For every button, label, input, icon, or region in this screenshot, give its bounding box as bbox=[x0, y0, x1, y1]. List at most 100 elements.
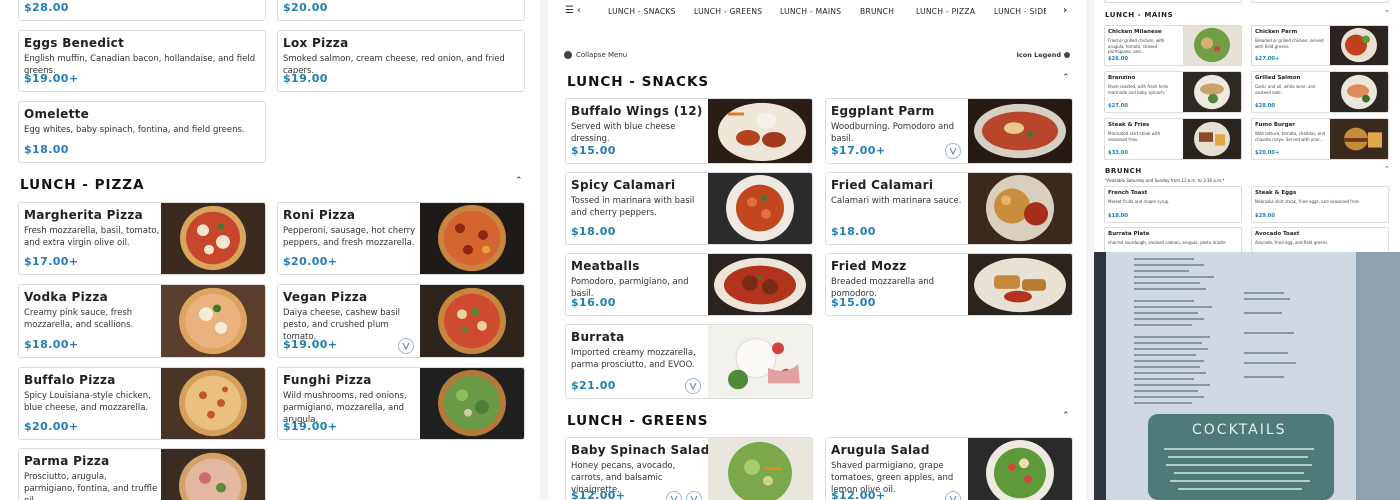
collapse-chevron-icon[interactable]: ⌃ bbox=[515, 176, 523, 186]
item-price: $18.00 bbox=[571, 225, 616, 238]
item-price: $33.00 bbox=[1108, 150, 1129, 156]
item-name: Grilled Salmon bbox=[1255, 75, 1301, 81]
menu-item-card[interactable]: Funghi Pizza Wild mushrooms, red onions,… bbox=[277, 367, 525, 440]
item-price: $20.00+ bbox=[24, 420, 79, 433]
vegetarian-icon bbox=[945, 491, 961, 500]
item-name: Spicy Calamari bbox=[571, 178, 676, 192]
info-icon bbox=[1064, 52, 1070, 58]
food-image bbox=[420, 203, 524, 274]
menu-item-card[interactable]: Omelette Egg whites, baby spinach, fonti… bbox=[18, 101, 266, 163]
item-price: $19.00 bbox=[283, 72, 328, 85]
chevron-left-icon[interactable]: ‹ bbox=[577, 5, 581, 16]
item-price: $21.00 bbox=[571, 379, 616, 392]
menu-item-card[interactable]: Steak & Fries Marinated skirt steak with… bbox=[1104, 118, 1242, 160]
food-image bbox=[708, 325, 812, 398]
availability-note: *Available Saturday and Sunday from 11 a… bbox=[1105, 178, 1225, 183]
item-price: $12.00+ bbox=[571, 489, 626, 500]
menu-item-card[interactable]: Branzino Oven-roasted, with fresh herb m… bbox=[1104, 71, 1242, 113]
item-description: Nebraska skirt steak, fried eggs, and se… bbox=[1255, 199, 1361, 204]
menu-item-card[interactable]: Chicken Milanese Fried or grilled chicke… bbox=[1104, 25, 1242, 66]
nav-item-brunch[interactable]: BRUNCH bbox=[860, 7, 894, 16]
menu-item-card[interactable] bbox=[1251, 0, 1389, 3]
menu-item-card[interactable]: Burrata Imported creamy mozzarella, parm… bbox=[565, 324, 813, 399]
menu-item-card[interactable]: Steak & Eggs Nebraska skirt steak, fried… bbox=[1251, 186, 1389, 223]
list-icon[interactable]: ☰ bbox=[565, 5, 574, 16]
menu-item-card[interactable]: Buffalo Pizza Spicy Louisiana-style chic… bbox=[18, 367, 266, 440]
item-description: Egg whites, baby spinach, fontina, and f… bbox=[24, 125, 245, 135]
item-name: Margherita Pizza bbox=[24, 208, 144, 222]
menu-item-card[interactable]: Margherita Pizza Fresh mozzarella, basil… bbox=[18, 202, 266, 275]
menu-item-card[interactable]: Eggplant Parm Woodburning. Pomodoro and … bbox=[825, 98, 1073, 164]
item-name: Fried Calamari bbox=[831, 178, 934, 192]
food-image bbox=[968, 438, 1072, 500]
menu-item-card[interactable]: Chicken Parm Breaded or grilled chicken,… bbox=[1251, 25, 1389, 66]
panel-divider bbox=[540, 0, 548, 500]
menu-item-card[interactable]: Arugula Salad Shaved parmigiano, grape t… bbox=[825, 437, 1073, 500]
menu-panel-left: $28.00 $20.00 Eggs Benedict English muff… bbox=[0, 0, 540, 500]
item-price: $17.00+ bbox=[831, 144, 886, 157]
collapse-menu-button[interactable]: Collapse Menu bbox=[564, 51, 627, 59]
item-description: Avocado, fried egg, and field greens. bbox=[1255, 240, 1329, 245]
item-name: Fumo Burger bbox=[1255, 122, 1296, 128]
menu-item-card[interactable]: $20.00 bbox=[277, 0, 525, 21]
menu-item-card[interactable]: French Toast Market fruits and maple syr… bbox=[1104, 186, 1242, 223]
nav-item-lunch-mains[interactable]: LUNCH - MAINS bbox=[780, 7, 841, 16]
item-name: Buffalo Pizza bbox=[24, 373, 116, 387]
item-price: $12.00+ bbox=[831, 489, 886, 500]
menu-item-card[interactable]: Buffalo Wings (12) Served with blue chee… bbox=[565, 98, 813, 164]
item-price: $28.00 bbox=[1255, 103, 1276, 109]
nav-item-lunch-greens[interactable]: LUNCH - GREENS bbox=[694, 7, 762, 16]
menu-item-card[interactable]: Baby Spinach Salad Honey pecans, avocado… bbox=[565, 437, 813, 500]
vegan-icon bbox=[666, 491, 682, 500]
menu-item-card[interactable]: $28.00 bbox=[18, 0, 266, 21]
menu-item-card[interactable]: Meatballs Pomodoro, parmigiano, and basi… bbox=[565, 253, 813, 316]
section-title: LUNCH - PIZZA bbox=[20, 177, 145, 193]
item-price: $19.00+ bbox=[283, 338, 338, 351]
item-price: $19.00+ bbox=[24, 72, 79, 85]
item-name: Vegan Pizza bbox=[283, 290, 368, 304]
nav-item-lunch-pizza[interactable]: LUNCH - PIZZA bbox=[916, 7, 975, 16]
item-description: Imported creamy mozzarella, parma prosci… bbox=[571, 348, 696, 370]
nav-item-lunch-snacks[interactable]: LUNCH - SNACKS bbox=[608, 7, 676, 16]
menu-item-card[interactable]: Fried Mozz Breaded mozzarella and pomodo… bbox=[825, 253, 1073, 316]
item-description: Oven-roasted, with fresh herb marinade a… bbox=[1108, 84, 1168, 95]
collapse-chevron-icon[interactable]: ⌃ bbox=[1384, 165, 1390, 173]
food-image bbox=[708, 173, 812, 244]
collapse-chevron-icon[interactable]: ⌃ bbox=[1384, 9, 1390, 17]
food-image bbox=[1183, 119, 1241, 159]
section-title: LUNCH - MAINS bbox=[1105, 11, 1174, 19]
food-image bbox=[968, 173, 1072, 244]
menu-item-card[interactable]: Lox Pizza Smoked salmon, cream cheese, r… bbox=[277, 30, 525, 92]
item-description: Marinated skirt steak with seasoned frie… bbox=[1108, 131, 1161, 142]
menu-item-card[interactable]: Fried Calamari Calamari with marinara sa… bbox=[825, 172, 1073, 245]
menu-item-card[interactable]: Eggs Benedict English muffin, Canadian b… bbox=[18, 30, 266, 92]
item-description: Tossed in marinara with basil and cherry… bbox=[571, 196, 695, 218]
vegetarian-icon bbox=[945, 143, 961, 159]
item-price: $18.00 bbox=[1108, 213, 1129, 219]
menu-item-card[interactable] bbox=[1104, 0, 1242, 3]
item-name: Steak & Fries bbox=[1108, 122, 1150, 128]
menu-item-card[interactable]: Vodka Pizza Creamy pink sauce, fresh moz… bbox=[18, 284, 266, 358]
menu-board-photo: COCKTAILS bbox=[1094, 252, 1400, 500]
item-description: charred sourdough, smoked salmon, arugul… bbox=[1108, 240, 1226, 245]
menu-item-card[interactable]: Fumo Burger With lettuce, tomato, chedda… bbox=[1251, 118, 1389, 160]
item-price: $28.00 bbox=[24, 1, 69, 14]
food-image bbox=[161, 449, 265, 500]
collapse-chevron-icon[interactable]: ⌃ bbox=[1062, 411, 1070, 421]
item-name: Eggplant Parm bbox=[831, 104, 935, 118]
item-name: Burrata bbox=[571, 330, 625, 344]
menu-item-card[interactable]: Grilled Salmon Garlic and oil, white win… bbox=[1251, 71, 1389, 113]
menu-item-card[interactable]: Vegan Pizza Daiya cheese, cashew basil p… bbox=[277, 284, 525, 358]
nav-item-lunch-sides[interactable]: LUNCH - SIDES bbox=[994, 7, 1046, 16]
item-description: Served with blue cheese dressing. bbox=[571, 122, 676, 144]
collapse-chevron-icon[interactable]: ⌃ bbox=[1062, 73, 1070, 83]
menu-item-card[interactable]: Parma Pizza Prosciutto, arugula, parmigi… bbox=[18, 448, 266, 500]
menu-item-card[interactable]: Spicy Calamari Tossed in marinara with b… bbox=[565, 172, 813, 245]
item-description: Woodburning. Pomodoro and basil. bbox=[831, 122, 955, 144]
menu-item-card[interactable]: Roni Pizza Pepperoni, sausage, hot cherr… bbox=[277, 202, 525, 275]
chevron-right-icon[interactable]: › bbox=[1063, 5, 1067, 16]
item-name: Branzino bbox=[1108, 75, 1136, 81]
icon-legend-button[interactable]: Icon Legend bbox=[1016, 51, 1070, 59]
item-name: Vodka Pizza bbox=[24, 290, 108, 304]
food-image bbox=[968, 99, 1072, 163]
